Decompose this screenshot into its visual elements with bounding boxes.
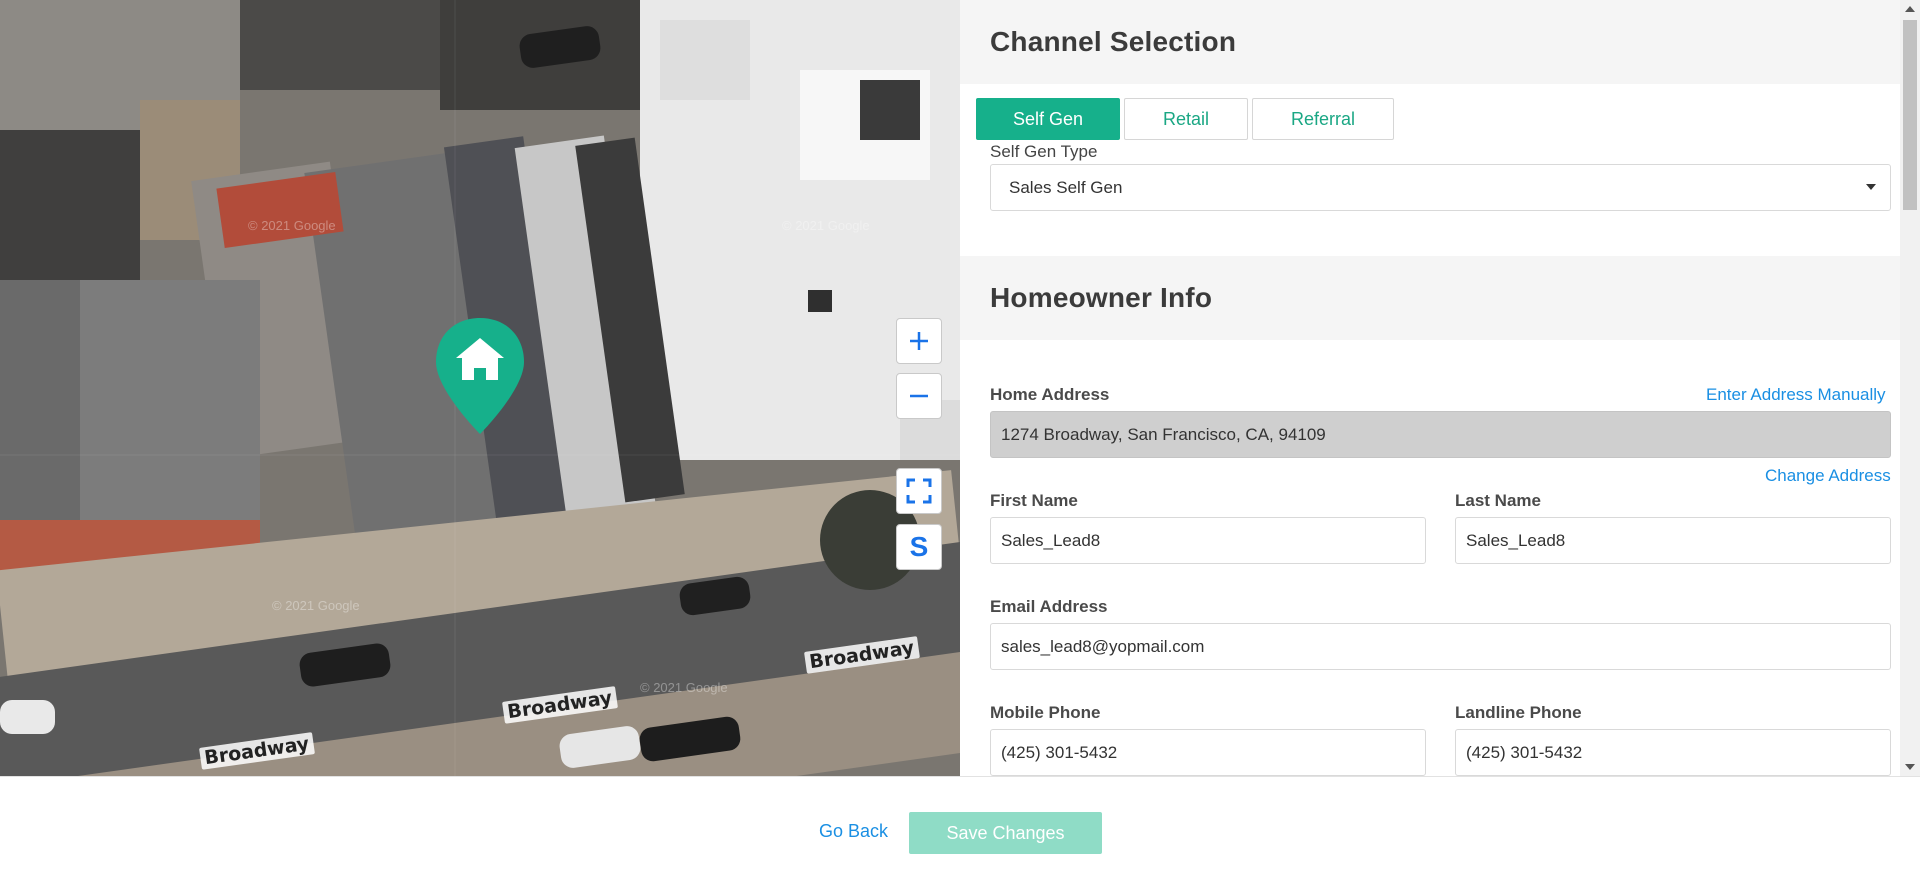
enter-address-manually-link[interactable]: Enter Address Manually	[1706, 385, 1886, 405]
scroll-up-icon[interactable]	[1905, 6, 1915, 12]
tab-referral[interactable]: Referral	[1252, 98, 1394, 140]
zoom-in-button[interactable]	[896, 318, 942, 364]
scroll-thumb[interactable]	[1903, 20, 1917, 210]
satellite-map[interactable]: © 2021 Google © 2021 Google © 2021 Googl…	[0, 0, 960, 776]
last-name-label: Last Name	[1455, 491, 1541, 510]
map-watermark: © 2021 Google	[640, 680, 728, 695]
street-view-button[interactable]: S	[896, 524, 942, 570]
lead-form-panel: Channel Selection Self Gen Retail Referr…	[960, 0, 1900, 776]
tab-retail[interactable]: Retail	[1124, 98, 1248, 140]
mobile-phone-label: Mobile Phone	[990, 703, 1101, 722]
scroll-down-icon[interactable]	[1905, 764, 1915, 770]
last-name-field[interactable]: Sales_Lead8	[1455, 517, 1891, 564]
landline-phone-field[interactable]: (425) 301-5432	[1455, 729, 1891, 776]
email-label: Email Address	[990, 597, 1108, 616]
self-gen-type-value: Sales Self Gen	[1009, 177, 1123, 197]
home-address-label: Home Address	[990, 385, 1110, 404]
homeowner-section-title: Homeowner Info	[990, 282, 1213, 313]
go-back-link[interactable]: Go Back	[819, 821, 888, 842]
form-footer: Go Back Save Changes	[0, 776, 1920, 888]
map-watermark: © 2021 Google	[272, 598, 360, 613]
email-field[interactable]: sales_lead8@yopmail.com	[990, 623, 1891, 670]
fullscreen-icon	[906, 478, 932, 504]
house-icon	[436, 318, 524, 434]
save-changes-button[interactable]: Save Changes	[909, 812, 1102, 854]
change-address-link[interactable]: Change Address	[1765, 466, 1891, 486]
caret-down-icon	[1866, 184, 1876, 190]
location-marker[interactable]	[434, 318, 526, 434]
homeowner-section-header: Homeowner Info	[960, 256, 1900, 340]
channel-tabs: Self Gen Retail Referral	[976, 98, 1394, 140]
self-gen-type-select[interactable]: Sales Self Gen	[990, 164, 1891, 211]
form-scrollbar[interactable]	[1900, 0, 1920, 776]
landline-phone-label: Landline Phone	[1455, 703, 1582, 722]
self-gen-type-label: Self Gen Type	[990, 142, 1098, 161]
minus-icon	[910, 394, 928, 398]
mobile-phone-field[interactable]: (425) 301-5432	[990, 729, 1426, 776]
zoom-out-button[interactable]	[896, 373, 942, 419]
fullscreen-button[interactable]	[896, 468, 942, 514]
map-watermark: © 2021 Google	[248, 218, 336, 233]
channel-section-header: Channel Selection	[960, 0, 1900, 84]
first-name-label: First Name	[990, 491, 1078, 510]
channel-section-title: Channel Selection	[990, 26, 1237, 57]
map-watermark: © 2021 Google	[782, 218, 870, 233]
home-address-field: 1274 Broadway, San Francisco, CA, 94109	[990, 411, 1891, 458]
tab-self-gen[interactable]: Self Gen	[976, 98, 1120, 140]
first-name-field[interactable]: Sales_Lead8	[990, 517, 1426, 564]
plus-icon	[910, 332, 928, 350]
